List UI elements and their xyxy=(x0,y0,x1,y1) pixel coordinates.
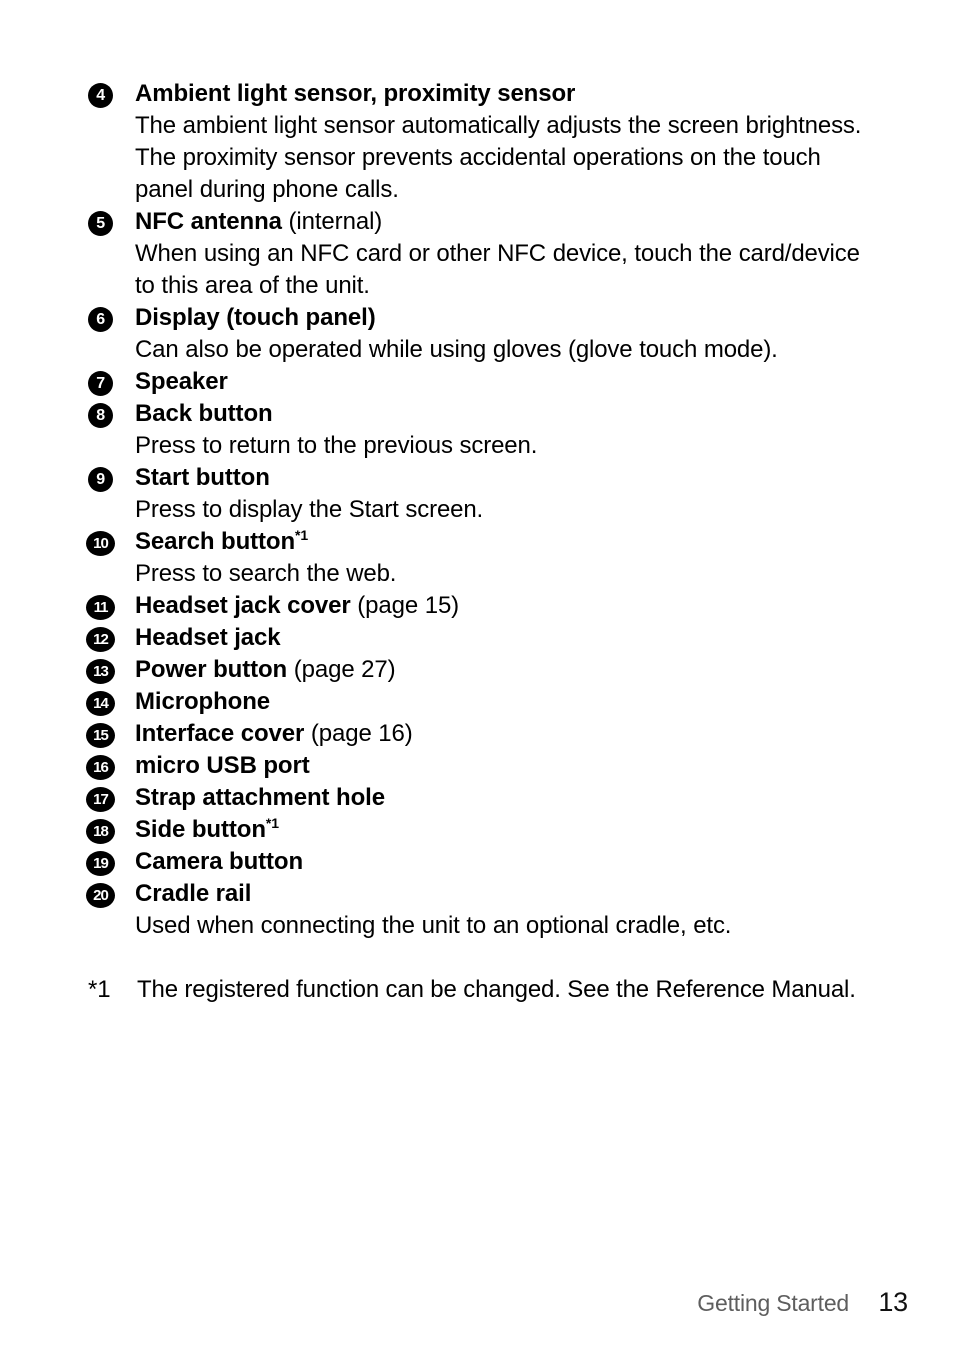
item-title: Camera button xyxy=(135,846,878,878)
item-title-bold: Headset jack cover xyxy=(135,592,351,619)
item-number-badge: 15 xyxy=(86,723,115,748)
numbered-feature-list: 4 Ambient light sensor, proximity sensor T… xyxy=(86,78,878,942)
list-item: 17 Strap attachment hole xyxy=(86,782,878,814)
item-number-badge: 11 xyxy=(86,595,115,620)
item-number-badge: 14 xyxy=(86,691,115,716)
item-title-bold: micro USB port xyxy=(135,752,310,779)
footer-page-number: 13 xyxy=(878,1287,908,1317)
item-title-bold: Ambient light sensor, proximity sensor xyxy=(135,80,576,107)
item-number-badge: 4 xyxy=(88,83,113,108)
footnote-text: The registered function can be changed. … xyxy=(137,976,856,1003)
item-title: Search button*1 xyxy=(135,526,878,558)
item-title: Headset jack xyxy=(135,622,878,654)
list-item: 14 Microphone xyxy=(86,686,878,718)
item-description: The ambient light sensor automatically a… xyxy=(135,112,862,203)
item-description: Press to return to the previous screen. xyxy=(135,432,538,459)
item-title-bold: Cradle rail xyxy=(135,880,252,907)
item-number-badge: 12 xyxy=(86,627,115,652)
item-title-bold: Microphone xyxy=(135,688,270,715)
item-number-badge: 5 xyxy=(88,211,113,236)
list-item: 18 Side button*1 xyxy=(86,814,878,846)
item-title: Start button xyxy=(135,462,878,494)
item-title: Display (touch panel) xyxy=(135,302,878,334)
list-item: 12 Headset jack xyxy=(86,622,878,654)
item-title-plain: (page 27) xyxy=(287,656,396,683)
list-item: 7 Speaker xyxy=(88,366,878,398)
item-title-plain: (page 16) xyxy=(304,720,413,747)
item-number-badge: 18 xyxy=(86,819,115,844)
item-title-bold: Display (touch panel) xyxy=(135,304,376,331)
item-title: Speaker xyxy=(135,366,878,398)
item-title: Microphone xyxy=(135,686,878,718)
item-description: Can also be operated while using gloves … xyxy=(135,336,778,363)
item-title: Power button (page 27) xyxy=(135,654,878,686)
item-title-bold: Strap attachment hole xyxy=(135,784,385,811)
item-number-badge: 9 xyxy=(88,467,113,492)
list-item: 9 Start button Press to display the Start … xyxy=(88,462,878,526)
list-item: 16 micro USB port xyxy=(86,750,878,782)
item-title-bold: Camera button xyxy=(135,848,304,875)
list-item: 6 Display (touch panel) Can also be operat… xyxy=(88,302,878,366)
item-title-bold: Side button xyxy=(135,816,266,843)
item-title-footnote-ref: *1 xyxy=(295,527,309,543)
footnote-marker: *1 xyxy=(88,976,111,1003)
list-item: 13 Power button (page 27) xyxy=(86,654,878,686)
list-item: 5 NFC antenna (internal) When using an NFC… xyxy=(88,206,878,302)
item-title-bold: Power button xyxy=(135,656,288,683)
footnote: *1 The registered function can be change… xyxy=(88,974,878,1006)
list-item: 19 Camera button xyxy=(86,846,878,878)
item-description: Press to display the Start screen. xyxy=(135,496,484,523)
item-description: Press to search the web. xyxy=(135,560,397,587)
page-content: 4 Ambient light sensor, proximity sensor T… xyxy=(86,78,878,1006)
item-title: NFC antenna (internal) xyxy=(135,206,878,238)
item-title-plain: (internal) xyxy=(281,208,383,235)
item-number-badge: 10 xyxy=(86,531,115,556)
list-item: 8 Back button Press to return to the previ… xyxy=(88,398,878,462)
page-footer: Getting Started 13 xyxy=(0,1287,954,1328)
footer-section-label: Getting Started xyxy=(697,1290,849,1316)
list-item: 15 Interface cover (page 16) xyxy=(86,718,878,750)
item-number-badge: 13 xyxy=(86,659,115,684)
item-title: micro USB port xyxy=(135,750,878,782)
item-title-bold: Search button xyxy=(135,528,296,555)
item-number-badge: 8 xyxy=(88,403,113,428)
item-number-badge: 19 xyxy=(86,851,115,876)
item-title-bold: Back button xyxy=(135,400,273,427)
item-title-plain: (page 15) xyxy=(350,592,460,619)
list-item: 4 Ambient light sensor, proximity sensor T… xyxy=(88,78,878,206)
item-number-badge: 20 xyxy=(86,883,115,908)
item-title-bold: Start button xyxy=(135,464,270,491)
item-title: Headset jack cover (page 15) xyxy=(135,590,878,622)
item-title: Cradle rail xyxy=(135,878,878,910)
item-description: Used when connecting the unit to an opti… xyxy=(135,912,732,939)
item-title-bold: Interface cover xyxy=(135,720,305,747)
item-number-badge: 7 xyxy=(88,371,113,396)
list-item: 11 Headset jack cover (page 15) xyxy=(86,590,878,622)
list-item: 20 Cradle rail Used when connecting the un… xyxy=(86,878,878,942)
item-title: Strap attachment hole xyxy=(135,782,878,814)
item-title-bold: Speaker xyxy=(135,368,228,395)
item-number-badge: 17 xyxy=(86,787,115,812)
item-title-footnote-ref: *1 xyxy=(265,815,279,831)
item-title: Ambient light sensor, proximity sensor xyxy=(135,78,878,110)
item-title: Interface cover (page 16) xyxy=(135,718,878,750)
document-page: 4 Ambient light sensor, proximity sensor T… xyxy=(0,0,954,1354)
list-item: 10 Search button*1 Press to search the web… xyxy=(86,526,878,590)
item-title-bold: Headset jack xyxy=(135,624,281,651)
item-title: Side button*1 xyxy=(135,814,878,846)
item-number-badge: 16 xyxy=(86,755,115,780)
item-description: When using an NFC card or other NFC devi… xyxy=(135,240,860,299)
item-number-badge: 6 xyxy=(88,307,113,332)
item-title: Back button xyxy=(135,398,878,430)
item-title-bold: NFC antenna xyxy=(135,208,282,235)
